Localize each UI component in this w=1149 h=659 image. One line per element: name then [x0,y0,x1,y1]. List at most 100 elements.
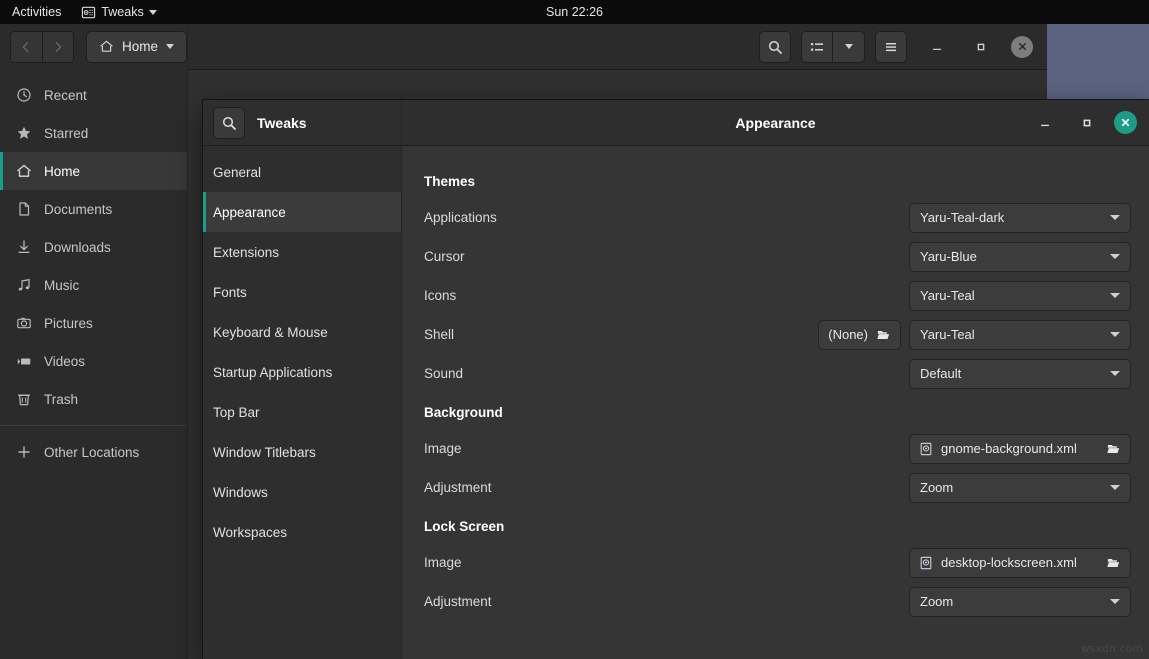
applications-theme-dropdown[interactable]: Yaru-Teal-dark [909,203,1131,233]
sidebar-item-label: Music [44,278,79,293]
chevron-down-icon [1110,485,1120,490]
nav-label: Workspaces [213,525,287,540]
view-options-dropdown-button[interactable] [833,31,865,63]
sound-theme-dropdown[interactable]: Default [909,359,1131,389]
clock[interactable]: Sun 22:26 [0,5,1149,19]
file-manager-header-left: Home [0,24,188,70]
dropdown-value: Default [920,366,1110,381]
minimize-button[interactable] [923,33,951,61]
lockscreen-adjustment-dropdown[interactable]: Zoom [909,587,1131,617]
sidebar-item-downloads[interactable]: Downloads [0,228,187,266]
chevron-down-icon [149,10,157,15]
home-icon [99,39,114,54]
forward-button[interactable] [42,32,73,62]
file-button-label: (None) [828,327,868,342]
setting-row-shell: Shell (None) Yaru-Teal [424,315,1131,354]
lockscreen-image-file-button[interactable]: desktop-lockscreen.xml [909,548,1131,578]
app-menu-button[interactable]: Tweaks [73,0,164,24]
download-icon [16,239,32,255]
tweaks-nav-window-titlebars[interactable]: Window Titlebars [203,432,401,472]
sidebar-item-documents[interactable]: Documents [0,190,187,228]
maximize-button[interactable] [1072,108,1102,138]
tweaks-nav-general[interactable]: General [203,152,401,192]
setting-control: Zoom [909,587,1131,617]
chevron-down-icon [1110,599,1120,604]
tweaks-nav-keyboard-mouse[interactable]: Keyboard & Mouse [203,312,401,352]
setting-row-background-adjustment: Adjustment Zoom [424,468,1131,507]
cursor-theme-dropdown[interactable]: Yaru-Blue [909,242,1131,272]
close-button[interactable] [1011,36,1033,58]
section-title-themes: Themes [424,174,1131,189]
setting-control: Default [909,359,1131,389]
setting-control: gnome-background.xml [909,434,1131,464]
image-file-icon [919,442,933,456]
icons-theme-dropdown[interactable]: Yaru-Teal [909,281,1131,311]
clock-icon [16,87,32,103]
back-button[interactable] [11,32,42,62]
sidebar-item-pictures[interactable]: Pictures [0,304,187,342]
background-adjustment-dropdown[interactable]: Zoom [909,473,1131,503]
maximize-button[interactable] [967,33,995,61]
tweaks-window: Tweaks Appearance [203,100,1149,659]
nav-label: Windows [213,485,268,500]
sidebar-item-starred[interactable]: Starred [0,114,187,152]
nav-label: Top Bar [213,405,260,420]
tweaks-nav-extensions[interactable]: Extensions [203,232,401,272]
setting-label: Image [424,441,909,456]
tweaks-nav-windows[interactable]: Windows [203,472,401,512]
search-button[interactable] [759,31,791,63]
tweaks-nav-appearance[interactable]: Appearance [203,192,401,232]
activities-button[interactable]: Activities [0,0,73,24]
path-bar-home[interactable]: Home [86,31,187,63]
tweaks-header-bar: Tweaks Appearance [203,100,1149,146]
tweaks-header-left: Tweaks [203,100,402,146]
dropdown-value: Yaru-Teal [920,288,1110,303]
navigation-buttons [10,31,74,63]
tweaks-header-right: Appearance [402,100,1149,146]
trash-icon [16,391,32,407]
minimize-button[interactable] [1030,108,1060,138]
setting-label: Cursor [424,249,909,264]
list-view-button[interactable] [801,31,833,63]
shell-theme-dropdown[interactable]: Yaru-Teal [909,320,1131,350]
sidebar-item-home[interactable]: Home [0,152,187,190]
file-name: desktop-lockscreen.xml [941,555,1098,570]
setting-control: Yaru-Blue [909,242,1131,272]
setting-control: Yaru-Teal [909,281,1131,311]
sidebar-item-videos[interactable]: Videos [0,342,187,380]
file-name: gnome-background.xml [941,441,1098,456]
background-image-file-button[interactable]: gnome-background.xml [909,434,1131,464]
sidebar-item-other-locations[interactable]: Other Locations [0,433,187,471]
setting-control: desktop-lockscreen.xml [909,548,1131,578]
chevron-down-icon [845,44,853,49]
chevron-down-icon [1110,293,1120,298]
nav-label: Keyboard & Mouse [213,325,328,340]
chevron-down-icon [1110,371,1120,376]
document-icon [16,201,32,217]
main-menu-button[interactable] [875,31,907,63]
desktop-wallpaper [1047,24,1149,100]
sidebar-item-label: Recent [44,88,87,103]
tweaks-nav-startup-applications[interactable]: Startup Applications [203,352,401,392]
sidebar-item-label: Starred [44,126,88,141]
sidebar-item-recent[interactable]: Recent [0,76,187,114]
close-button[interactable] [1114,111,1137,134]
dropdown-value: Yaru-Blue [920,249,1110,264]
setting-control: Yaru-Teal-dark [909,203,1131,233]
sidebar-item-music[interactable]: Music [0,266,187,304]
tweaks-search-button[interactable] [213,107,245,139]
sidebar-item-trash[interactable]: Trash [0,380,187,418]
tweaks-nav-workspaces[interactable]: Workspaces [203,512,401,552]
nav-label: Window Titlebars [213,445,316,460]
setting-label: Shell [424,327,818,342]
star-icon [16,125,32,141]
setting-row-lockscreen-adjustment: Adjustment Zoom [424,582,1131,621]
music-note-icon [16,277,32,293]
section-title-lock-screen: Lock Screen [424,519,1131,534]
tweaks-nav-fonts[interactable]: Fonts [203,272,401,312]
shell-theme-file-button[interactable]: (None) [818,320,901,350]
tweaks-nav-top-bar[interactable]: Top Bar [203,392,401,432]
watermark: wsxdn.com [1081,643,1143,655]
nav-label: Startup Applications [213,365,332,380]
open-file-icon [1106,441,1121,456]
